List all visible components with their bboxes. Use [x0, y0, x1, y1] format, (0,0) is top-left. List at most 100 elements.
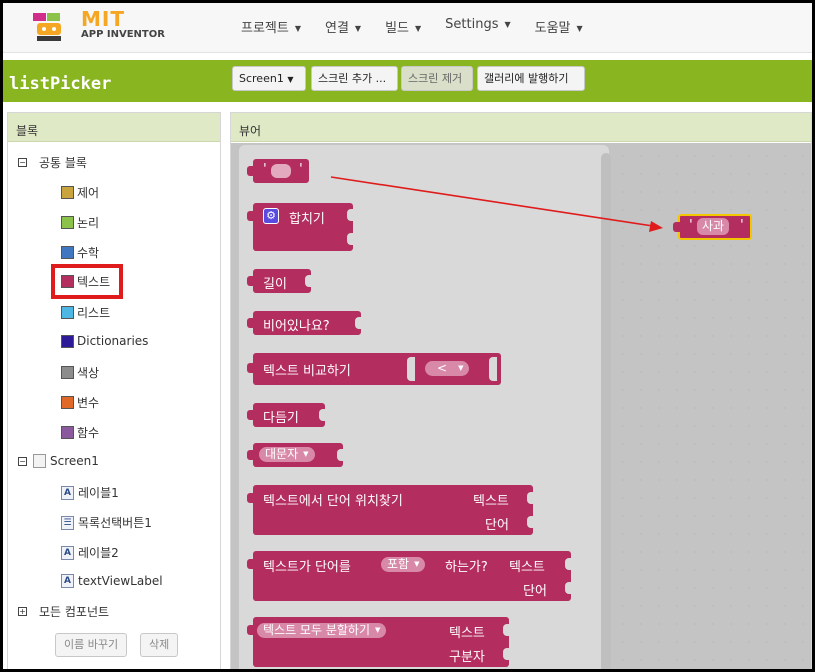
tree-builtin-group[interactable]: − 공통 블록 — [18, 154, 87, 171]
menu-project-label: 프로젝트 — [241, 21, 289, 36]
text-field[interactable] — [271, 164, 291, 178]
tree-item-label: 변수 — [77, 396, 100, 410]
tree-item-dictionaries[interactable]: Dictionaries — [61, 334, 148, 348]
project-title: listPicker — [9, 74, 112, 94]
label-component-icon: A — [61, 485, 74, 500]
menu-project[interactable]: 프로젝트 ▼ — [241, 17, 301, 36]
tree-item-control[interactable]: 제어 — [61, 184, 99, 201]
output-nub — [247, 559, 254, 569]
split-op-dropdown[interactable]: 텍스트 모두 분할하기 ▼ — [257, 623, 387, 638]
output-nub — [673, 222, 680, 232]
menu-connect[interactable]: 연결 ▼ — [325, 17, 361, 36]
tree-item-procedures[interactable]: 함수 — [61, 424, 99, 441]
chevron-down-icon: ▼ — [415, 24, 422, 33]
split-at-label: 구분자 — [449, 650, 485, 665]
menu-connect-label: 연결 — [325, 21, 349, 36]
tree-component-label1[interactable]: A 레이블1 — [61, 484, 119, 501]
expand-icon[interactable]: + — [18, 607, 27, 616]
tree-all-components[interactable]: + 모든 컴포넌트 — [18, 603, 109, 620]
quote-close: ' — [738, 218, 746, 233]
tree-item-colors[interactable]: 색상 — [61, 364, 99, 381]
remove-screen-button[interactable]: 스크린 제거 — [401, 66, 473, 91]
menu-build[interactable]: 빌드 ▼ — [385, 17, 421, 36]
input-socket — [407, 357, 415, 381]
chevron-down-icon: ▼ — [504, 20, 511, 29]
tree-item-math[interactable]: 수학 — [61, 244, 99, 261]
viewer-panel-header: 뷰어 — [231, 113, 811, 142]
length-block[interactable]: 길이 — [247, 269, 312, 293]
menu-build-label: 빌드 — [385, 21, 409, 36]
logo-app-inventor-text: APP INVENTOR — [81, 29, 165, 40]
tree-all-components-label: 모든 컴포넌트 — [39, 605, 110, 619]
logic-color-swatch — [61, 216, 74, 229]
label-component-icon: A — [61, 574, 74, 588]
tree-item-logic[interactable]: 논리 — [61, 214, 99, 231]
placed-text-block[interactable]: ' 사과 ' — [673, 214, 752, 240]
rename-button[interactable]: 이름 바꾸기 — [55, 633, 128, 657]
placed-text-field[interactable]: 사과 — [697, 218, 730, 235]
chevron-down-icon: ▼ — [294, 24, 301, 33]
compare-op-value: < — [437, 361, 448, 375]
contains-piece-label: 단어 — [523, 584, 547, 599]
starts-at-block[interactable]: 텍스트에서 단어 위치찾기 텍스트 단어 — [247, 485, 534, 535]
starts-at-label: 텍스트에서 단어 위치찾기 — [263, 494, 403, 509]
join-label: 합치기 — [289, 212, 325, 227]
input-socket — [565, 582, 572, 594]
text-literal-block[interactable]: ' ' — [247, 159, 309, 183]
tree-item-lists[interactable]: 리스트 — [61, 304, 110, 321]
publish-gallery-button[interactable]: 갤러리에 발행하기 — [477, 66, 585, 91]
collapse-icon[interactable]: − — [18, 456, 27, 466]
tree-screen1-label: Screen1 — [50, 454, 99, 468]
tree-screen1-group[interactable]: − Screen1 — [18, 454, 99, 468]
screen-icon — [33, 454, 46, 468]
add-screen-button[interactable]: 스크린 추가 ... — [311, 66, 398, 91]
contains-label: 텍스트가 단어를 — [263, 560, 351, 575]
trim-block[interactable]: 다듬기 — [247, 403, 326, 427]
gear-icon[interactable]: ⚙ — [263, 208, 279, 224]
output-nub — [247, 166, 254, 176]
tree-component-listpicker1[interactable]: ☰ 목록선택버튼1 — [61, 514, 152, 531]
tree-item-label: 레이블2 — [78, 546, 119, 560]
compare-texts-block[interactable]: 텍스트 비교하기 < ▼ — [247, 353, 501, 385]
is-empty-block[interactable]: 비어있나요? — [247, 311, 362, 335]
contains-block[interactable]: 텍스트가 단어를 포함 ▼ 하는가? 텍스트 단어 — [247, 551, 572, 601]
tree-component-label2[interactable]: A 레이블2 — [61, 544, 119, 561]
contains-op-dropdown[interactable]: 포함 ▼ — [381, 557, 426, 572]
dictionaries-color-swatch — [61, 334, 74, 348]
collapse-icon[interactable]: − — [18, 158, 27, 167]
split-op-value: 텍스트 모두 분할하기 — [263, 623, 370, 637]
blocks-flyout: ' ' ⚙ 합치기 길이 비어있나요? 텍스트 비교하기 < ▼ 다듬기 대문자… — [239, 145, 611, 669]
delete-button[interactable]: 삭제 — [140, 633, 179, 657]
tree-item-label: 색상 — [77, 366, 100, 380]
input-socket — [355, 317, 362, 329]
chevron-down-icon: ▼ — [375, 626, 381, 634]
blocks-workspace[interactable]: ' ' ⚙ 합치기 길이 비어있나요? 텍스트 비교하기 < ▼ 다듬기 대문자… — [231, 143, 811, 669]
screen-select-button[interactable]: Screen1 ▼ — [232, 66, 306, 91]
project-toolbar: listPicker Screen1 ▼ 스크린 추가 ... 스크린 제거 갤… — [3, 60, 812, 102]
tree-item-variables[interactable]: 변수 — [61, 394, 99, 411]
menu-help[interactable]: 도움말 ▼ — [535, 17, 583, 36]
quote-open: ' — [261, 162, 269, 177]
compare-label: 텍스트 비교하기 — [263, 364, 351, 379]
compare-op-dropdown[interactable]: < ▼ — [425, 361, 470, 376]
app-inventor-logo[interactable]: MIT APP INVENTOR — [31, 5, 171, 49]
app-window: MIT APP INVENTOR 프로젝트 ▼ 연결 ▼ 빌드 ▼ Settings ▼… — [0, 0, 815, 672]
control-color-swatch — [61, 186, 74, 199]
join-block[interactable]: ⚙ 합치기 — [247, 203, 354, 251]
starts-at-text-label: 텍스트 — [473, 494, 509, 509]
menu-settings[interactable]: Settings ▼ — [445, 17, 510, 36]
robot-icon — [33, 13, 61, 41]
math-color-swatch — [61, 246, 74, 259]
split-block[interactable]: 텍스트 모두 분할하기 ▼ 텍스트 구분자 — [247, 617, 510, 667]
tree-component-textviewlabel[interactable]: AtextViewLabel — [61, 574, 163, 588]
tree-item-label: textViewLabel — [78, 574, 163, 588]
flyout-scrollbar[interactable] — [601, 153, 611, 669]
tree-item-label: 목록선택버튼1 — [78, 516, 152, 530]
top-bar: MIT APP INVENTOR 프로젝트 ▼ 연결 ▼ 빌드 ▼ Settings ▼… — [3, 3, 812, 53]
upcase-block[interactable]: 대문자 ▼ — [247, 443, 344, 467]
output-nub — [247, 211, 254, 221]
selection-highlight — [51, 264, 123, 299]
case-dropdown[interactable]: 대문자 ▼ — [259, 447, 315, 462]
quote-open: ' — [687, 218, 695, 233]
input-socket — [337, 449, 344, 461]
